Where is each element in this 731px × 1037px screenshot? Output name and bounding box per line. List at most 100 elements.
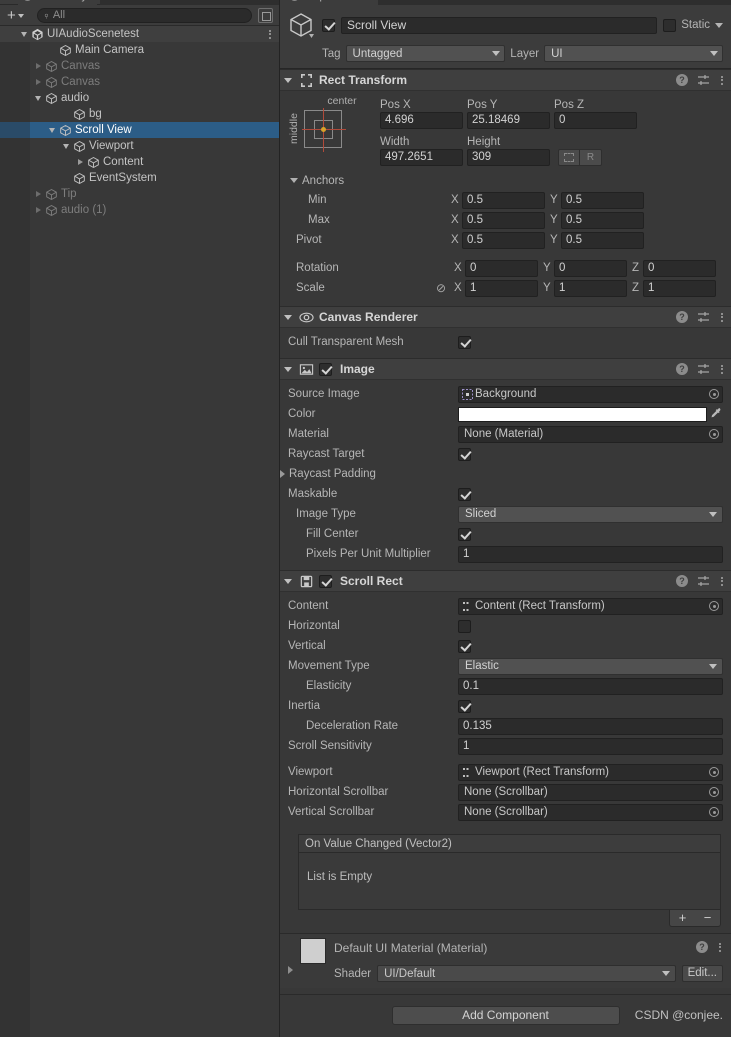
gameobject-name-input[interactable]: Scroll View <box>341 16 658 34</box>
popout-icon[interactable] <box>258 7 273 23</box>
twisty-collapsed-icon[interactable] <box>32 202 45 218</box>
help-icon[interactable]: ? <box>676 363 688 375</box>
blueprint-mode-button[interactable] <box>558 149 580 166</box>
foldout-icon[interactable] <box>284 77 292 83</box>
inertia-checkbox[interactable] <box>458 699 471 713</box>
anchors-foldout[interactable]: Anchors <box>288 171 723 190</box>
hierarchy-search-box[interactable]: ⌕ <box>36 7 252 23</box>
preset-icon[interactable] <box>697 74 710 86</box>
static-chevron-down-icon[interactable] <box>715 22 723 28</box>
add-event-button[interactable]: + <box>670 910 695 926</box>
object-picker-icon[interactable] <box>706 805 722 820</box>
kebab-menu-icon[interactable] <box>719 576 725 586</box>
cull-transparent-mesh-checkbox[interactable] <box>458 335 471 349</box>
preset-icon[interactable] <box>697 575 710 587</box>
eyedropper-icon[interactable] <box>707 406 723 422</box>
help-icon[interactable]: ? <box>676 575 688 587</box>
shader-edit-button[interactable]: Edit... <box>681 965 723 982</box>
preset-icon[interactable] <box>697 311 710 323</box>
raycast-target-checkbox[interactable] <box>458 447 471 461</box>
hierarchy-tab-controls[interactable]: ▭ ▾ <box>241 0 273 1</box>
viewport-objectfield[interactable]: Viewport (Rect Transform) <box>458 763 723 781</box>
canvas-renderer-header[interactable]: Canvas Renderer ? <box>280 306 731 328</box>
tag-dropdown[interactable]: Untagged <box>345 45 506 62</box>
foldout-icon[interactable] <box>288 966 293 974</box>
twisty-collapsed-icon[interactable] <box>32 58 45 74</box>
foldout-icon[interactable] <box>284 314 292 320</box>
tab-hierarchy[interactable]: Hierarchy <box>18 0 98 5</box>
kebab-menu-icon[interactable] <box>719 364 725 374</box>
gameobject-enabled-checkbox[interactable] <box>322 18 335 32</box>
hierarchy-item-uiaudioscenetest[interactable]: UIAudioScenetest <box>0 26 279 42</box>
twisty-collapsed-icon[interactable] <box>32 186 45 202</box>
pivot-x-input[interactable]: 0.5 <box>462 231 545 249</box>
object-picker-icon[interactable] <box>706 387 722 402</box>
scroll-rect-header[interactable]: Scroll Rect ? <box>280 570 731 592</box>
remove-event-button[interactable]: − <box>695 910 720 926</box>
static-checkbox[interactable] <box>663 18 677 32</box>
rotation-y-input[interactable]: 0 <box>554 259 627 277</box>
twisty-expanded-icon[interactable] <box>32 90 45 106</box>
search-input[interactable] <box>52 9 245 21</box>
hierarchy-item-bg[interactable]: bg <box>0 106 279 122</box>
fill-center-checkbox[interactable] <box>458 527 471 541</box>
raycast-padding-row[interactable]: Raycast Padding <box>280 464 723 484</box>
layer-dropdown[interactable]: UI <box>544 45 723 62</box>
image-type-dropdown[interactable]: Sliced <box>458 505 723 523</box>
kebab-menu-icon[interactable] <box>269 26 271 42</box>
kebab-menu-icon[interactable] <box>717 942 723 952</box>
help-icon[interactable]: ? <box>676 74 688 86</box>
scale-y-input[interactable]: 1 <box>554 279 627 297</box>
rect-transform-header[interactable]: Rect Transform ? <box>280 69 731 91</box>
image-enabled-checkbox[interactable] <box>319 362 332 376</box>
foldout-icon[interactable] <box>284 366 292 372</box>
pos-y-input[interactable]: 25.18469 <box>467 112 550 129</box>
kebab-menu-icon[interactable] <box>719 75 725 85</box>
width-input[interactable]: 497.2651 <box>380 149 463 166</box>
inspector-tab-controls[interactable]: ▭ ▾ <box>708 0 725 1</box>
horizontal-scrollbar-objectfield[interactable]: None (Scrollbar) <box>458 783 723 801</box>
help-icon[interactable]: ? <box>676 311 688 323</box>
scale-x-input[interactable]: 1 <box>465 279 538 297</box>
anchor-preset-widget[interactable] <box>302 108 346 152</box>
image-component-header[interactable]: Image ? <box>280 358 731 380</box>
raw-edit-mode-button[interactable]: R <box>580 149 602 166</box>
static-group[interactable]: Static <box>663 18 723 32</box>
color-swatch[interactable] <box>458 406 707 422</box>
anchor-max-x-input[interactable]: 0.5 <box>462 211 545 229</box>
scroll-sensitivity-input[interactable]: 1 <box>458 737 723 755</box>
twisty-expanded-icon[interactable] <box>18 26 31 42</box>
foldout-icon[interactable] <box>280 470 285 478</box>
pos-x-input[interactable]: 4.696 <box>380 112 463 129</box>
scale-z-input[interactable]: 1 <box>643 279 716 297</box>
maskable-checkbox[interactable] <box>458 487 471 501</box>
preset-icon[interactable] <box>697 363 710 375</box>
scroll-rect-enabled-checkbox[interactable] <box>319 574 332 588</box>
twisty-collapsed-icon[interactable] <box>32 74 45 90</box>
object-picker-icon[interactable] <box>706 599 722 614</box>
elasticity-input[interactable]: 0.1 <box>458 677 723 695</box>
hierarchy-item-canvas[interactable]: Canvas <box>0 58 279 74</box>
add-component-button[interactable]: Add Component <box>391 1005 620 1025</box>
hierarchy-item-audio[interactable]: audio <box>0 90 279 106</box>
pos-z-input[interactable]: 0 <box>554 112 637 129</box>
horizontal-checkbox[interactable] <box>458 619 471 633</box>
object-picker-icon[interactable] <box>706 427 722 442</box>
pivot-y-input[interactable]: 0.5 <box>561 231 644 249</box>
vertical-scrollbar-objectfield[interactable]: None (Scrollbar) <box>458 803 723 821</box>
help-icon[interactable]: ? <box>696 941 708 953</box>
source-image-objectfield[interactable]: Background <box>458 385 723 403</box>
hierarchy-item-main-camera[interactable]: Main Camera <box>0 42 279 58</box>
hierarchy-item-content[interactable]: Content <box>0 154 279 170</box>
shader-dropdown[interactable]: UI/Default <box>377 965 676 982</box>
hierarchy-item-eventsystem[interactable]: EventSystem <box>0 170 279 186</box>
object-picker-icon[interactable] <box>706 765 722 780</box>
twisty-expanded-icon[interactable] <box>46 122 59 138</box>
height-input[interactable]: 309 <box>467 149 550 166</box>
rotation-z-input[interactable]: 0 <box>643 259 716 277</box>
tab-inspector[interactable]: Inspector <box>284 0 364 5</box>
create-gameobject-button[interactable]: + <box>4 7 27 23</box>
pixels-per-unit-input[interactable]: 1 <box>458 545 723 563</box>
foldout-icon[interactable] <box>284 578 292 584</box>
vertical-checkbox[interactable] <box>458 639 471 653</box>
